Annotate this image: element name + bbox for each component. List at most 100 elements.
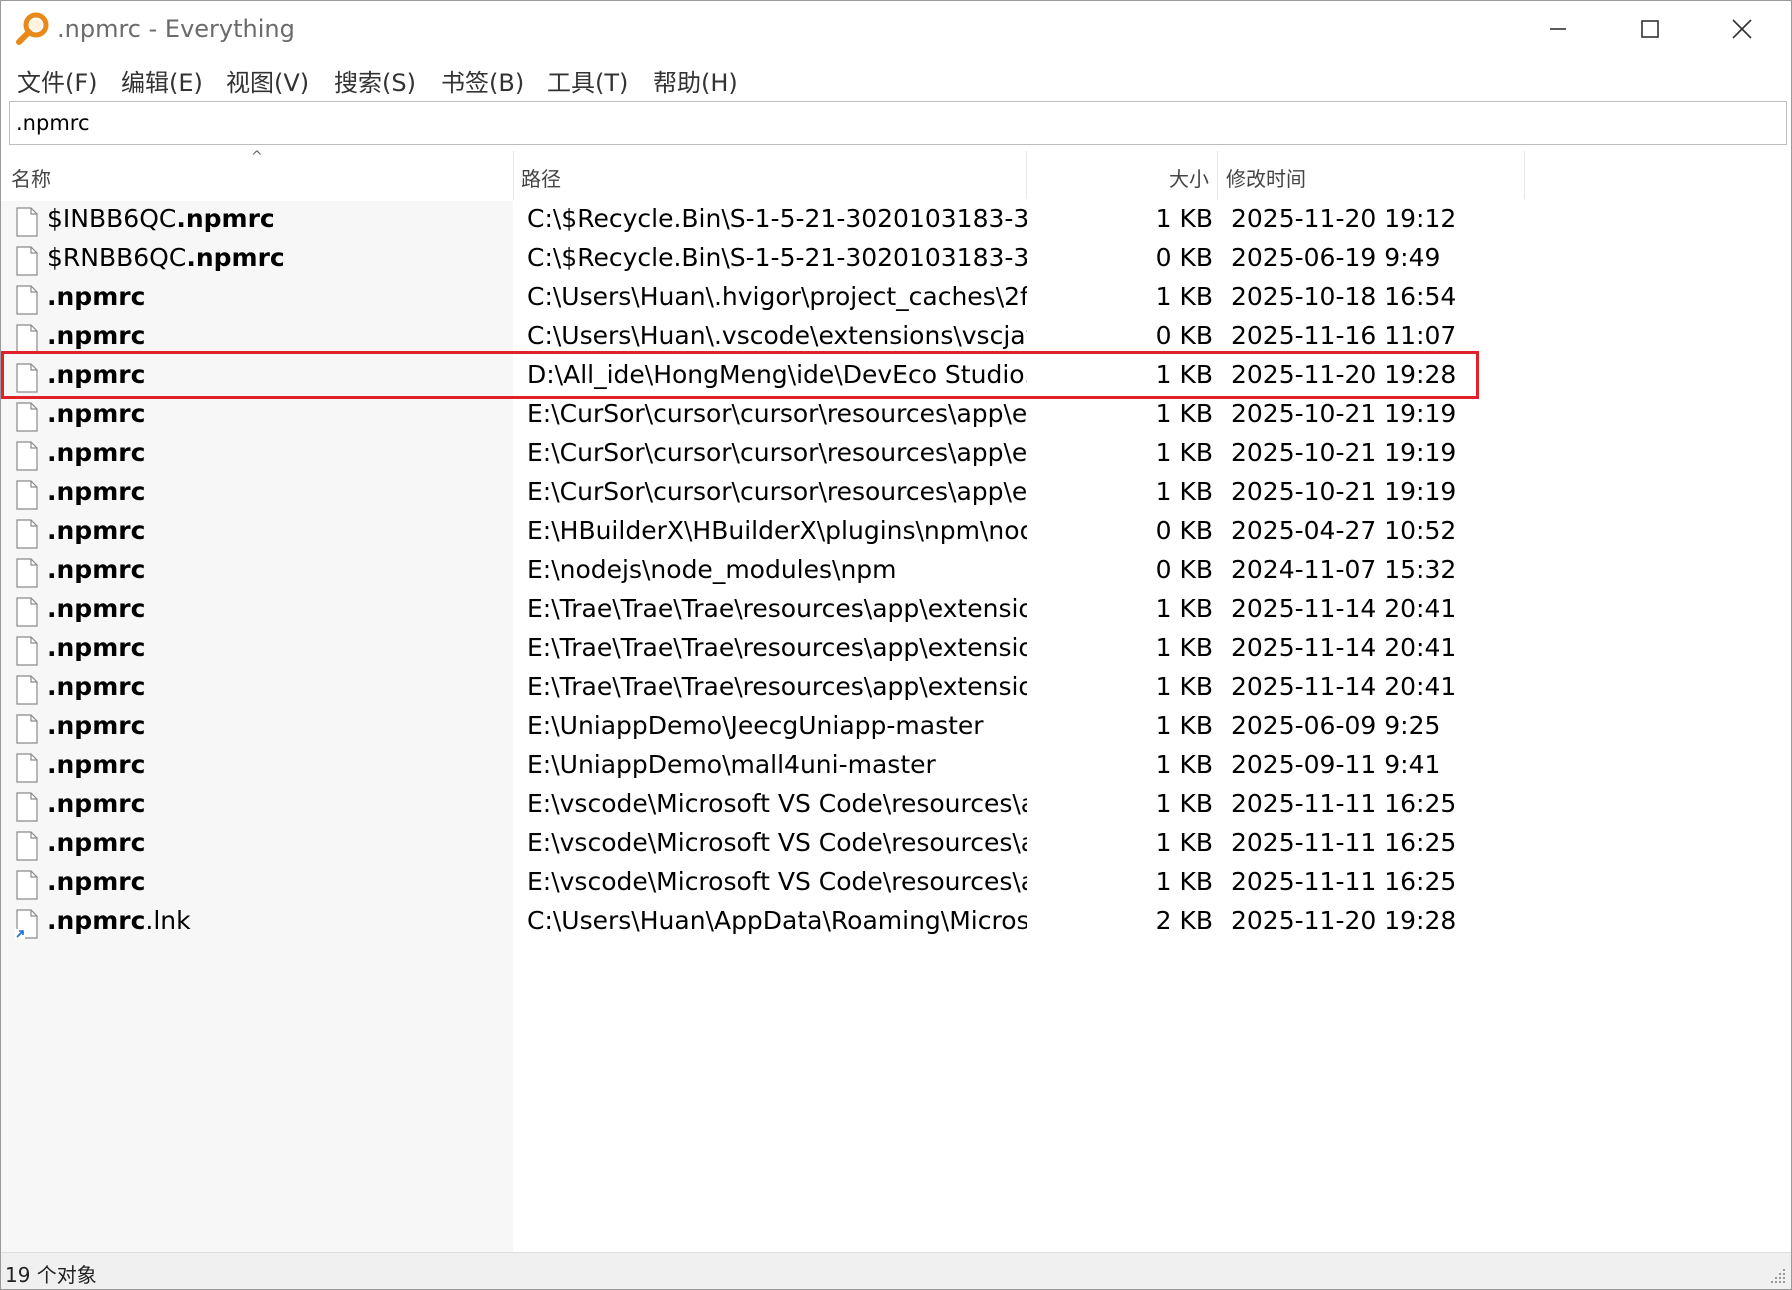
header-path[interactable]: 路径 bbox=[514, 151, 1027, 199]
table-row[interactable]: .npmrc E:\UniappDemo\mall4uni-master 1 KB 2… bbox=[1, 747, 1791, 786]
table-row[interactable]: .npmrc E:\Trae\Trae\Trae\resources\app\ex… bbox=[1, 669, 1791, 708]
file-name-match: .npmrc bbox=[47, 711, 146, 740]
table-row[interactable]: .npmrc E:\HBuilderX\HBuilderX\plugins\npm… bbox=[1, 513, 1791, 552]
file-icon bbox=[16, 285, 38, 315]
title-bar[interactable]: .npmrc - Everything bbox=[1, 1, 1791, 57]
file-name-match: .npmrc bbox=[47, 672, 146, 701]
menu-search[interactable]: 搜索(S) bbox=[334, 63, 416, 98]
table-row[interactable]: .npmrc E:\Trae\Trae\Trae\resources\app\ex… bbox=[1, 630, 1791, 669]
file-name: .npmrc bbox=[47, 633, 507, 662]
file-modified: 2025-11-14 20:41 bbox=[1231, 594, 1457, 623]
file-size: 2 KB bbox=[1155, 906, 1213, 935]
file-name-match: .npmrc bbox=[47, 867, 146, 896]
file-name-prefix: $RNBB6QC bbox=[47, 243, 187, 272]
file-name: .npmrc bbox=[47, 750, 507, 779]
window-title: .npmrc - Everything bbox=[57, 15, 295, 43]
maximize-button[interactable] bbox=[1605, 1, 1695, 57]
file-name: .npmrc bbox=[47, 282, 507, 311]
menu-edit[interactable]: 编辑(E) bbox=[121, 63, 203, 98]
file-name: .npmrc bbox=[47, 477, 507, 506]
file-name: .npmrc bbox=[47, 438, 507, 467]
file-name-match: .npmrc bbox=[47, 828, 146, 857]
file-size: 1 KB bbox=[1155, 633, 1213, 662]
table-row[interactable]: .npmrc E:\nodejs\node_modules\npm 0 KB 2024… bbox=[1, 552, 1791, 591]
file-name-match: .npmrc bbox=[186, 243, 285, 272]
search-box[interactable] bbox=[9, 101, 1787, 145]
file-icon bbox=[16, 675, 38, 705]
file-path: C:\Users\Huan\.hvigor\project_caches\2f.… bbox=[527, 282, 1027, 311]
table-row[interactable]: .npmrc E:\UniappDemo\JeecgUniapp-master 1 … bbox=[1, 708, 1791, 747]
table-row[interactable]: .npmrc C:\Users\Huan\.hvigor\project_cach… bbox=[1, 279, 1791, 318]
menu-view[interactable]: 视图(V) bbox=[226, 63, 309, 98]
file-name-match: .npmrc bbox=[47, 360, 146, 389]
file-icon bbox=[16, 753, 38, 783]
file-name-match: .npmrc bbox=[47, 477, 146, 506]
file-size: 1 KB bbox=[1155, 399, 1213, 428]
file-modified: 2025-11-14 20:41 bbox=[1231, 672, 1457, 701]
menu-help[interactable]: 帮助(H) bbox=[653, 63, 738, 98]
file-size: 1 KB bbox=[1155, 594, 1213, 623]
table-row[interactable]: $INBB6QC.npmrc C:\$Recycle.Bin\S-1-5-21-3… bbox=[1, 201, 1791, 240]
file-path: E:\vscode\Microsoft VS Code\resources\a.… bbox=[527, 828, 1027, 857]
file-modified: 2025-09-11 9:41 bbox=[1231, 750, 1441, 779]
file-modified: 2025-06-09 9:25 bbox=[1231, 711, 1441, 740]
column-header: 名称 ^ 路径 大小 修改时间 bbox=[1, 149, 1791, 199]
results-list[interactable]: 名称 ^ 路径 大小 修改时间 $INBB6QC.npmrc C:\$Recycl… bbox=[1, 149, 1791, 1253]
file-icon bbox=[16, 363, 38, 393]
header-modified[interactable]: 修改时间 bbox=[1218, 151, 1525, 199]
everything-magnifier-icon bbox=[16, 12, 49, 45]
minimize-button[interactable] bbox=[1513, 1, 1603, 57]
file-modified: 2025-11-20 19:12 bbox=[1231, 204, 1457, 233]
table-row[interactable]: .npmrc E:\vscode\Microsoft VS Code\resour… bbox=[1, 825, 1791, 864]
table-row[interactable]: .npmrc E:\CurSor\cursor\cursor\resources\… bbox=[1, 435, 1791, 474]
menu-bookmarks[interactable]: 书签(B) bbox=[441, 63, 524, 98]
file-size: 1 KB bbox=[1155, 867, 1213, 896]
table-row[interactable]: .npmrc C:\Users\Huan\.vscode\extensions\v… bbox=[1, 318, 1791, 357]
header-modified-label: 修改时间 bbox=[1226, 167, 1306, 191]
file-path: C:\Users\Huan\.vscode\extensions\vscjav.… bbox=[527, 321, 1027, 350]
file-path: E:\CurSor\cursor\cursor\resources\app\ex… bbox=[527, 399, 1027, 428]
file-name-match: .npmrc bbox=[176, 204, 275, 233]
file-modified: 2025-11-20 19:28 bbox=[1231, 906, 1457, 935]
header-name[interactable]: 名称 ^ bbox=[1, 149, 514, 199]
file-name: .npmrc bbox=[47, 399, 507, 428]
file-size: 1 KB bbox=[1155, 711, 1213, 740]
file-name-match: .npmrc bbox=[47, 555, 146, 584]
search-input[interactable] bbox=[16, 108, 1776, 138]
file-size: 1 KB bbox=[1155, 282, 1213, 311]
file-name: .npmrc.lnk bbox=[47, 906, 507, 935]
table-row[interactable]: .npmrc D:\All_ide\HongMeng\ide\DevEco Stu… bbox=[1, 357, 1791, 396]
file-icon bbox=[16, 441, 38, 471]
file-icon bbox=[16, 558, 38, 588]
table-row[interactable]: .npmrc E:\Trae\Trae\Trae\resources\app\ex… bbox=[1, 591, 1791, 630]
file-modified: 2025-11-11 16:25 bbox=[1231, 828, 1457, 857]
file-path: E:\HBuilderX\HBuilderX\plugins\npm\nod..… bbox=[527, 516, 1027, 545]
file-name-match: .npmrc bbox=[47, 906, 146, 935]
file-path: E:\nodejs\node_modules\npm bbox=[527, 555, 897, 584]
table-row[interactable]: .npmrc E:\CurSor\cursor\cursor\resources\… bbox=[1, 474, 1791, 513]
menu-file[interactable]: 文件(F) bbox=[17, 63, 98, 98]
file-name: .npmrc bbox=[47, 828, 507, 857]
table-row[interactable]: .npmrc E:\vscode\Microsoft VS Code\resour… bbox=[1, 786, 1791, 825]
menu-tools[interactable]: 工具(T) bbox=[547, 63, 628, 98]
file-path: E:\Trae\Trae\Trae\resources\app\extensio… bbox=[527, 633, 1027, 662]
table-row[interactable]: $RNBB6QC.npmrc C:\$Recycle.Bin\S-1-5-21-3… bbox=[1, 240, 1791, 279]
file-modified: 2025-11-20 19:28 bbox=[1231, 360, 1457, 389]
table-row[interactable]: .npmrc E:\vscode\Microsoft VS Code\resour… bbox=[1, 864, 1791, 903]
file-icon bbox=[16, 792, 38, 822]
file-icon bbox=[16, 246, 38, 276]
file-name: .npmrc bbox=[47, 555, 507, 584]
file-name: $RNBB6QC.npmrc bbox=[47, 243, 507, 272]
table-row[interactable]: .npmrc E:\CurSor\cursor\cursor\resources\… bbox=[1, 396, 1791, 435]
file-name: .npmrc bbox=[47, 321, 507, 350]
file-modified: 2025-10-21 19:19 bbox=[1231, 399, 1457, 428]
file-name: .npmrc bbox=[47, 789, 507, 818]
status-bar: 19 个对象 bbox=[1, 1252, 1791, 1289]
table-row[interactable]: .npmrc.lnk C:\Users\Huan\AppData\Roaming\… bbox=[1, 903, 1791, 942]
resize-grip-icon[interactable] bbox=[1769, 1267, 1787, 1285]
close-button[interactable] bbox=[1697, 1, 1787, 57]
file-size: 1 KB bbox=[1155, 438, 1213, 467]
file-modified: 2025-10-21 19:19 bbox=[1231, 438, 1457, 467]
header-size[interactable]: 大小 bbox=[1027, 151, 1218, 199]
file-name: .npmrc bbox=[47, 516, 507, 545]
